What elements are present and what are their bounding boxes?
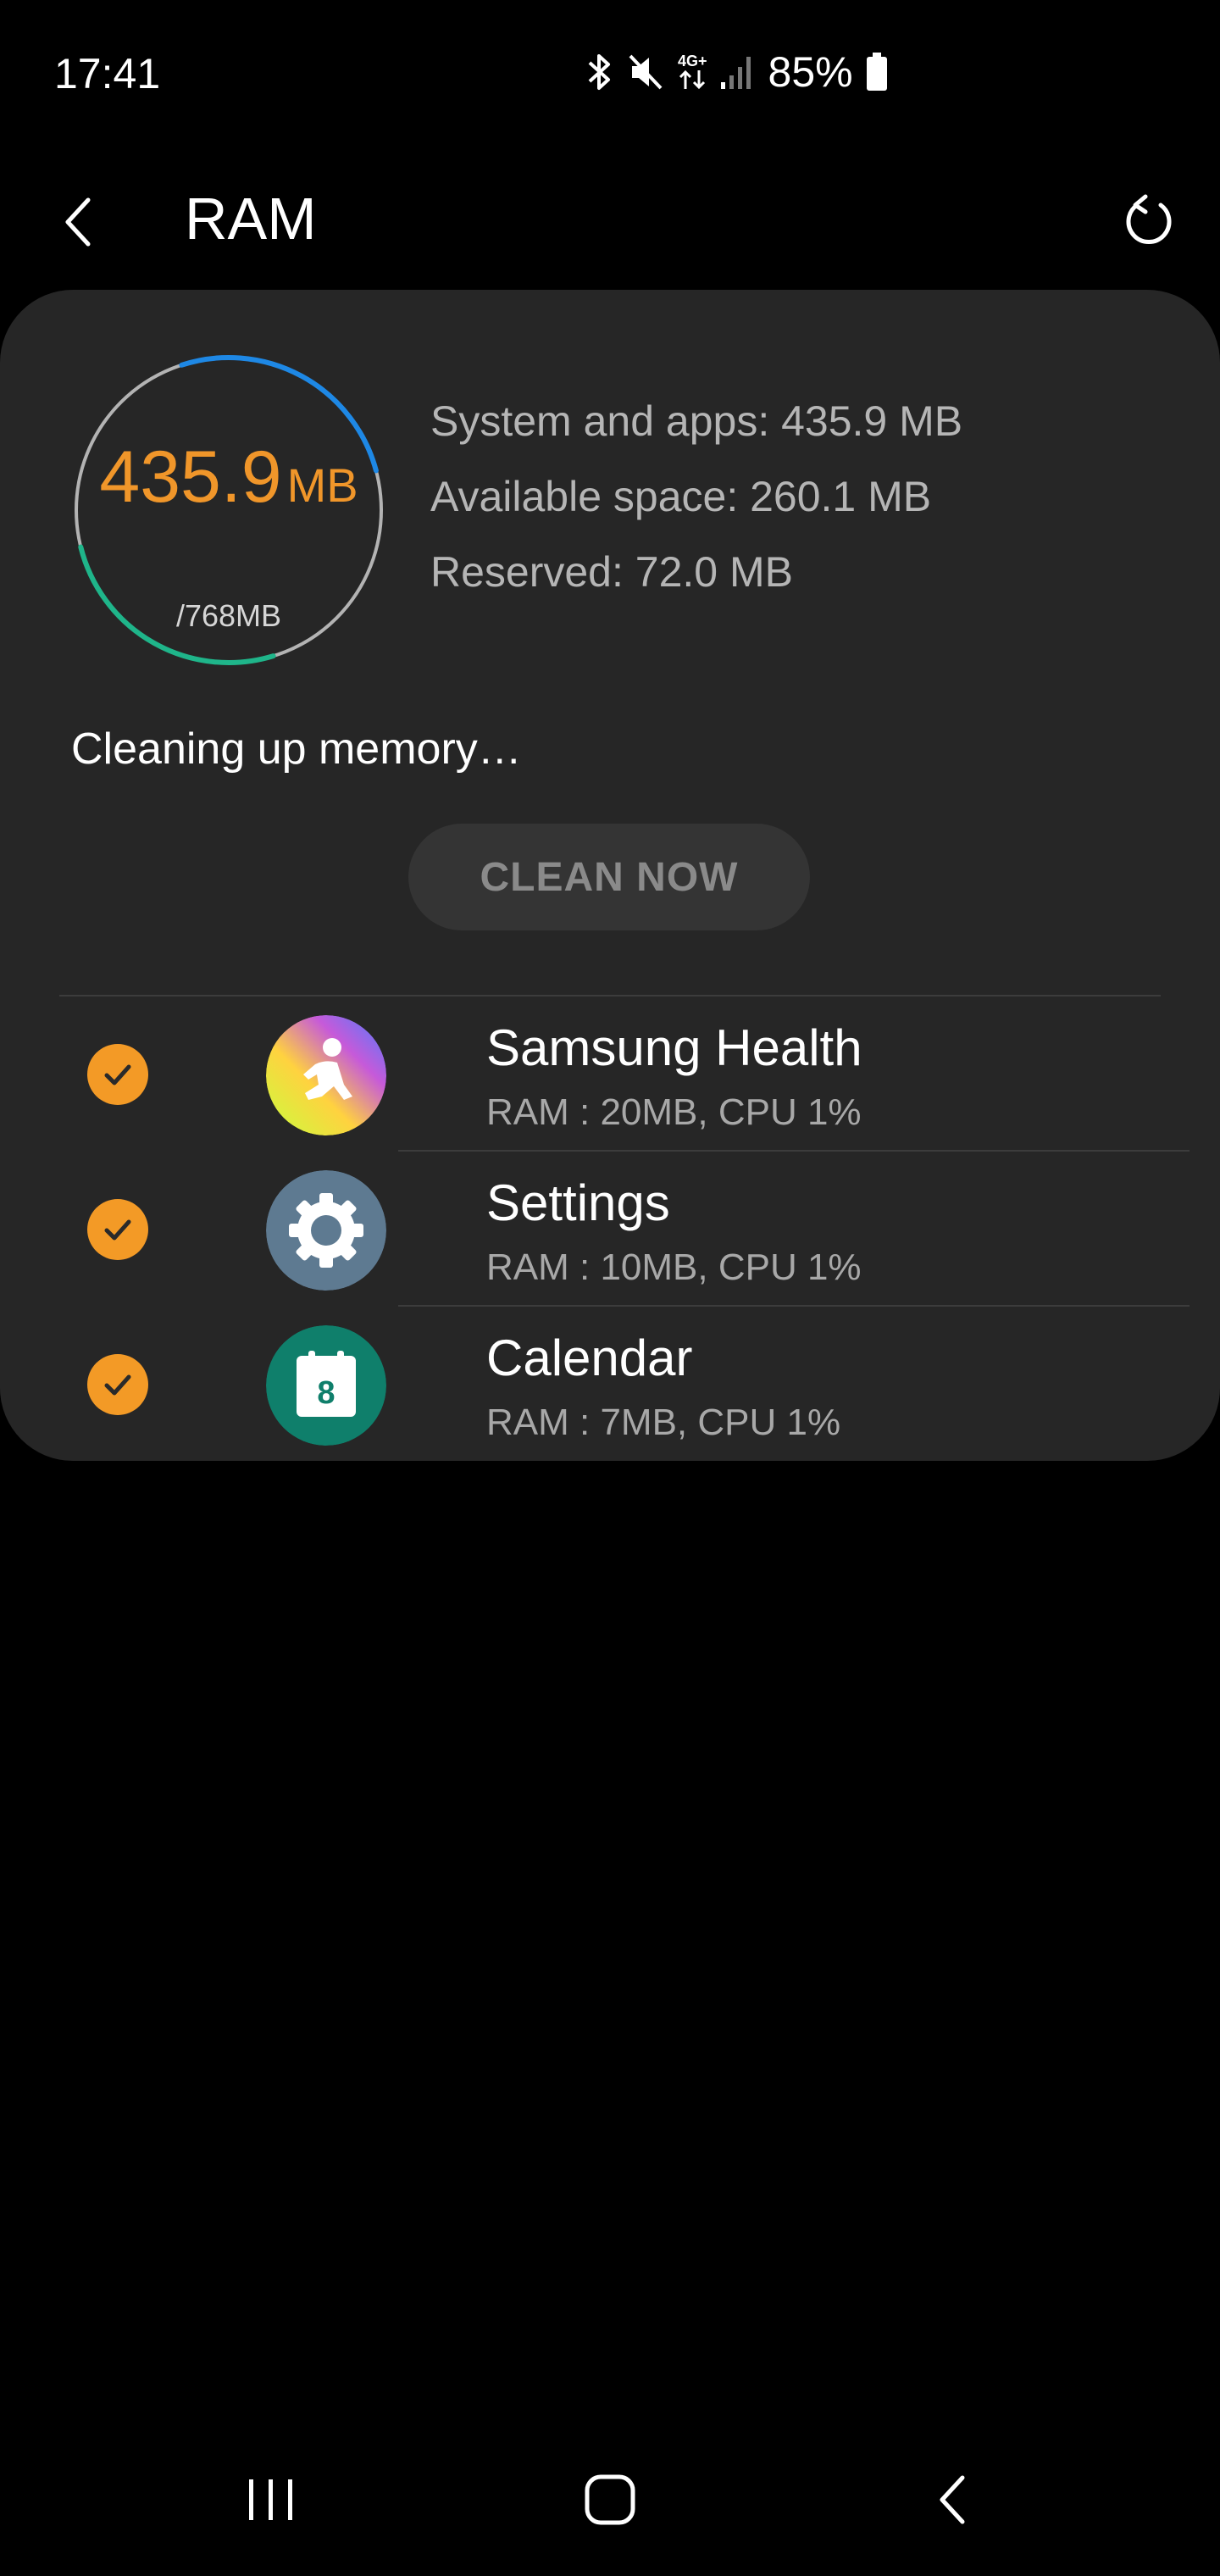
home-icon bbox=[585, 2474, 635, 2525]
back-button[interactable] bbox=[51, 180, 105, 264]
checkbox-checked[interactable] bbox=[87, 1354, 148, 1415]
nav-back-button[interactable] bbox=[884, 2423, 1020, 2576]
list-item[interactable]: 8 Calendar RAM : 7MB, CPU 1% bbox=[0, 1307, 1220, 1462]
bluetooth-icon bbox=[585, 51, 615, 93]
memory-card: 435.9 MB /768MB System and apps: 435.9 MB… bbox=[0, 290, 1220, 1461]
memory-used-unit: MB bbox=[286, 458, 358, 512]
check-icon bbox=[104, 1374, 131, 1396]
app-name: Calendar bbox=[486, 1330, 693, 1386]
clean-now-button[interactable]: CLEAN NOW bbox=[408, 824, 810, 930]
check-icon bbox=[104, 1219, 131, 1241]
checkbox-checked[interactable] bbox=[87, 1044, 148, 1105]
memory-gauge: 435.9 MB /768MB bbox=[69, 351, 388, 669]
refresh-icon bbox=[1126, 194, 1172, 244]
app-usage: RAM : 10MB, CPU 1% bbox=[486, 1246, 862, 1288]
recent-apps-button[interactable] bbox=[203, 2423, 339, 2576]
memory-stats: System and apps: 435.9 MB Available spac… bbox=[430, 397, 962, 623]
app-usage: RAM : 7MB, CPU 1% bbox=[486, 1402, 841, 1443]
back-arrow-icon bbox=[940, 2475, 965, 2524]
status-bar: 17:41 4G+ 85% bbox=[0, 0, 1220, 153]
stat-available: Available space: 260.1 MB bbox=[430, 473, 932, 520]
signal-icon bbox=[719, 53, 753, 91]
mute-icon bbox=[627, 51, 666, 93]
refresh-button[interactable] bbox=[1105, 178, 1190, 263]
home-button[interactable] bbox=[542, 2423, 678, 2576]
calendar-icon: 8 bbox=[266, 1325, 386, 1446]
memory-used-value: 435.9 bbox=[99, 436, 282, 518]
app-bar: RAM bbox=[0, 153, 1220, 288]
calendar-day: 8 bbox=[317, 1375, 335, 1411]
check-icon bbox=[104, 1064, 131, 1085]
network-4g-icon: 4G+ bbox=[678, 53, 707, 91]
app-usage: RAM : 20MB, CPU 1% bbox=[486, 1091, 862, 1133]
list-item[interactable]: Samsung Health RAM : 20MB, CPU 1% bbox=[0, 997, 1220, 1152]
status-icons: 4G+ 85% bbox=[585, 47, 889, 97]
battery-percent: 85% bbox=[768, 48, 853, 96]
chevron-left-icon bbox=[65, 197, 91, 247]
app-name: Settings bbox=[486, 1174, 670, 1231]
page-title: RAM bbox=[185, 186, 317, 252]
stat-reserved: Reserved: 72.0 MB bbox=[430, 548, 793, 596]
recent-apps-icon bbox=[249, 2479, 292, 2520]
app-list: Samsung Health RAM : 20MB, CPU 1% Settin… bbox=[0, 997, 1220, 1462]
memory-total: /768MB bbox=[175, 598, 282, 633]
battery-icon bbox=[865, 53, 889, 92]
samsung-health-icon bbox=[266, 1015, 386, 1135]
stat-system-apps: System and apps: 435.9 MB bbox=[430, 397, 963, 445]
navigation-bar bbox=[0, 2423, 1220, 2576]
checkbox-checked[interactable] bbox=[87, 1199, 148, 1260]
app-name: Samsung Health bbox=[486, 1019, 862, 1076]
list-item[interactable]: Settings RAM : 10MB, CPU 1% bbox=[0, 1152, 1220, 1307]
cleaning-status: Cleaning up memory… bbox=[71, 724, 522, 774]
status-time: 17:41 bbox=[54, 50, 161, 97]
settings-gear-icon bbox=[266, 1170, 386, 1291]
